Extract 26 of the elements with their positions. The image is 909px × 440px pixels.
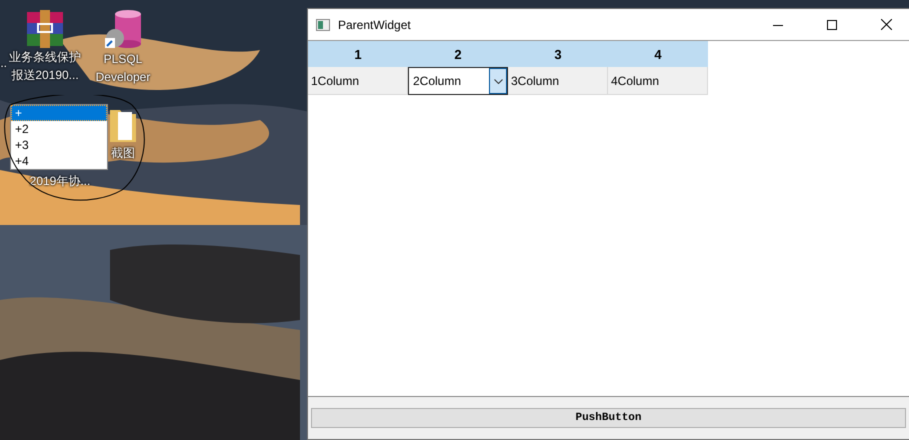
push-button[interactable]: PushButton [311, 408, 906, 428]
dropdown-option[interactable]: + [11, 105, 107, 121]
table-cell: 1Column [308, 67, 408, 95]
column-header[interactable]: 1 [308, 41, 408, 67]
chevron-down-icon [494, 78, 502, 84]
window-title: ParentWidget [338, 18, 411, 32]
icon-label: Developer [96, 69, 150, 86]
icon-label: 截图 [111, 145, 135, 162]
dropdown-option[interactable]: +4 [11, 153, 107, 169]
combo-box[interactable]: 2Column [408, 67, 508, 95]
column-header[interactable]: 4 [608, 41, 708, 67]
archive-icon[interactable] [25, 10, 65, 48]
column-header[interactable]: 2 [408, 41, 508, 67]
dropdown-option[interactable]: +2 [11, 121, 107, 137]
close-icon [880, 19, 892, 30]
dropdown-option[interactable]: +3 [11, 137, 107, 153]
icon-label: 报送20190... [11, 67, 79, 84]
app-icon [316, 18, 330, 30]
table-cell: 3Column [508, 67, 608, 95]
icon-label: ... [0, 55, 7, 72]
database-icon[interactable] [103, 10, 143, 50]
icon-label: PLSQL [104, 51, 142, 68]
dropdown-button[interactable] [489, 68, 507, 94]
column-header[interactable]: 3 [508, 41, 608, 67]
table-cell: 4Column [608, 67, 708, 95]
maximize-icon [827, 20, 837, 30]
